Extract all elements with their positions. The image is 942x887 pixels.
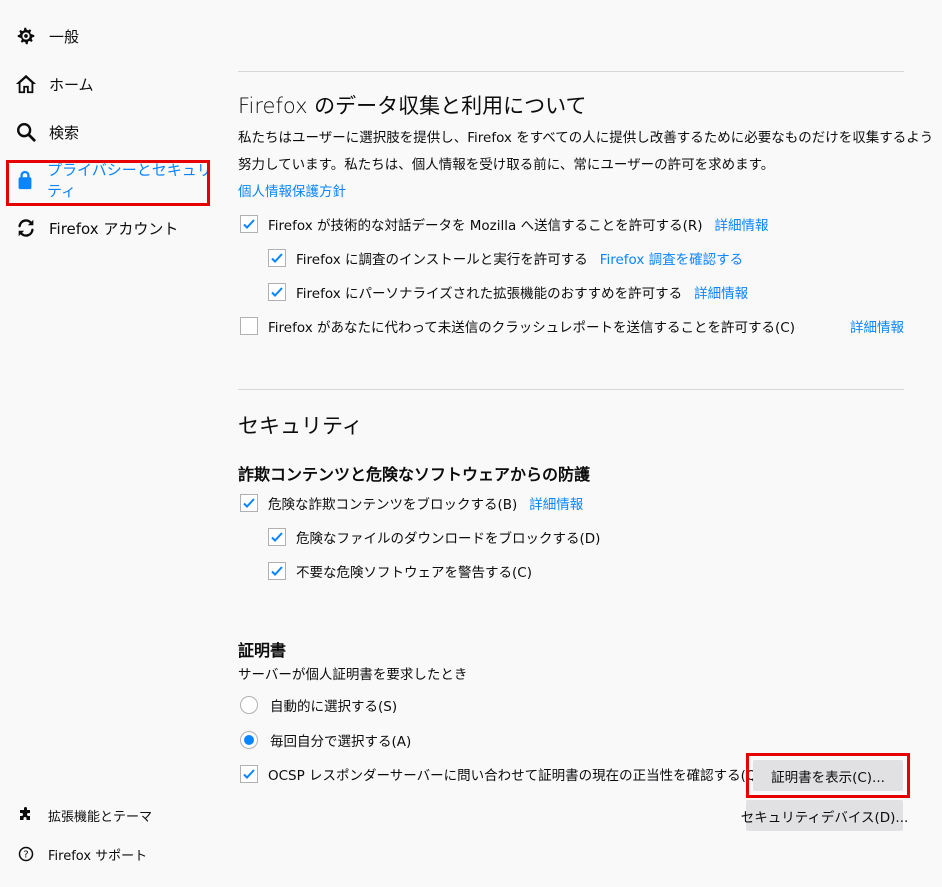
sidebar-footer-support[interactable]: ? Firefox サポート (18, 842, 147, 866)
data-collection-desc-1: 私たちはユーザーに選択肢を提供し、Firefox をすべての人に提供し改善するた… (238, 130, 934, 146)
sidebar-footer-addons[interactable]: 拡張機能とテーマ (18, 803, 152, 827)
recommend-checkbox[interactable] (268, 283, 286, 301)
sidebar-item-label: Firefox アカウント (49, 219, 179, 238)
sidebar-item-label: 一般 (49, 27, 80, 46)
sidebar-item-search[interactable]: 検索 (14, 116, 79, 148)
checkmark-icon (271, 253, 283, 263)
data-collection-desc-2: 努力しています。私たちは、個人情報を受け取る前に、常にユーザーの許可を求めます。 (238, 157, 775, 173)
checkmark-icon (271, 287, 283, 297)
sidebar-footer-label: 拡張機能とテーマ (48, 809, 153, 825)
data-collection-title: Firefox のデータ収集と利用について (238, 94, 587, 118)
view-certificates-button[interactable]: 証明書を表示(C)... (753, 760, 903, 791)
checkmark-icon (243, 219, 255, 229)
block-downloads-label[interactable]: 危険なファイルのダウンロードをブロックする(D) (296, 527, 600, 547)
studies-label[interactable]: Firefox に調査のインストールと実行を許可する (296, 248, 588, 268)
ask-every-label[interactable]: 毎回自分で選択する(A) (270, 730, 411, 750)
section-divider (238, 389, 904, 390)
gear-icon (14, 24, 38, 48)
auto-select-label[interactable]: 自動的に選択する(S) (270, 695, 397, 715)
warn-unwanted-checkbox[interactable] (268, 562, 286, 580)
warn-unwanted-label[interactable]: 不要な危険ソフトウェアを警告する(C) (296, 561, 532, 581)
checkmark-icon (243, 498, 255, 508)
lock-icon (14, 168, 36, 192)
block-downloads-option: 危険なファイルのダウンロードをブロックする(D) (268, 526, 600, 548)
radio-selected-dot (244, 735, 254, 745)
crash-report-option: Firefox があなたに代わって未送信のクラッシュレポートを送信することを許可… (240, 315, 904, 337)
warn-unwanted-option: 不要な危険ソフトウェアを警告する(C) (268, 560, 532, 582)
telemetry-label[interactable]: Firefox が技術的な対話データを Mozilla へ送信することを許可する… (268, 214, 703, 234)
view-studies-link[interactable]: Firefox 調査を確認する (600, 248, 743, 268)
main-content: Firefox のデータ収集と利用について 私たちはユーザーに選択肢を提供し、F… (238, 0, 933, 887)
sidebar-item-label: ホーム (49, 75, 94, 94)
recommend-learn-more-link[interactable]: 詳細情報 (694, 282, 748, 302)
ocsp-checkbox[interactable] (240, 765, 258, 783)
puzzle-icon (18, 807, 34, 823)
ocsp-label[interactable]: OCSP レスポンダーサーバーに問い合わせて証明書の現在の正当性を確認する(Q) (268, 764, 762, 784)
svg-text:?: ? (23, 850, 28, 861)
block-downloads-checkbox[interactable] (268, 528, 286, 546)
auto-select-radio[interactable] (240, 696, 258, 714)
checkmark-icon (271, 532, 283, 542)
block-deceptive-label[interactable]: 危険な詐欺コンテンツをブロックする(B) (268, 493, 517, 513)
crash-report-learn-more-link[interactable]: 詳細情報 (850, 316, 904, 336)
auto-select-option: 自動的に選択する(S) (240, 694, 397, 716)
block-deceptive-learn-more-link[interactable]: 詳細情報 (529, 493, 583, 513)
home-icon (14, 72, 38, 96)
sidebar-item-general[interactable]: 一般 (14, 20, 79, 52)
studies-option: Firefox に調査のインストールと実行を許可する Firefox 調査を確認… (268, 247, 743, 269)
recommend-label[interactable]: Firefox にパーソナライズされた拡張機能のおすすめを許可する (296, 282, 682, 302)
sidebar-item-label: プライバシーとセキュリティ (47, 161, 212, 200)
security-devices-button[interactable]: セキュリティデバイス(D)... (741, 800, 908, 831)
certificates-subtitle: サーバーが個人証明書を要求したとき (238, 667, 468, 683)
sync-icon (14, 216, 38, 240)
privacy-policy-link[interactable]: 個人情報保護方針 (238, 179, 346, 205)
crash-report-checkbox[interactable] (240, 317, 258, 335)
telemetry-learn-more-link[interactable]: 詳細情報 (715, 214, 769, 234)
section-divider (238, 71, 904, 72)
block-deceptive-checkbox[interactable] (240, 494, 258, 512)
sidebar-item-home[interactable]: ホーム (14, 68, 94, 100)
ocsp-option: OCSP レスポンダーサーバーに問い合わせて証明書の現在の正当性を確認する(Q) (240, 763, 762, 785)
certificates-title: 証明書 (238, 641, 287, 660)
security-title: セキュリティ (238, 414, 363, 438)
sidebar-item-account[interactable]: Firefox アカウント (14, 212, 178, 244)
recommend-option: Firefox にパーソナライズされた拡張機能のおすすめを許可する 詳細情報 (268, 281, 748, 303)
search-icon (14, 120, 38, 144)
ask-every-option: 毎回自分で選択する(A) (240, 729, 411, 751)
checkmark-icon (271, 566, 283, 576)
ask-every-radio[interactable] (240, 731, 258, 749)
telemetry-option: Firefox が技術的な対話データを Mozilla へ送信することを許可する… (240, 213, 769, 235)
block-deceptive-option: 危険な詐欺コンテンツをブロックする(B) 詳細情報 (240, 492, 583, 514)
sidebar-item-label: 検索 (49, 123, 80, 142)
crash-report-label[interactable]: Firefox があなたに代わって未送信のクラッシュレポートを送信することを許可… (268, 316, 795, 336)
phishing-protection-title: 詐欺コンテンツと危険なソフトウェアからの防護 (238, 465, 591, 484)
studies-checkbox[interactable] (268, 249, 286, 267)
sidebar-footer-label: Firefox サポート (48, 848, 148, 864)
sidebar: 一般 ホーム 検索 プライバシーとセキュリティ Firefox アカウント 拡張… (0, 0, 220, 887)
help-icon: ? (18, 846, 34, 862)
sidebar-item-privacy[interactable]: プライバシーとセキュリティ (14, 161, 220, 200)
telemetry-checkbox[interactable] (240, 215, 258, 233)
checkmark-icon (243, 769, 255, 779)
